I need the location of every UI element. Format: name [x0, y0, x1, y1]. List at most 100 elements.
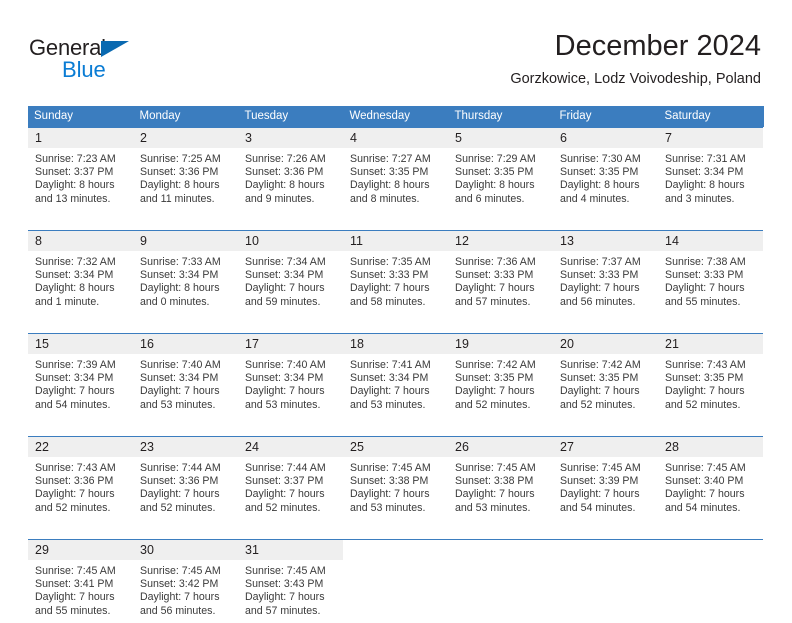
calendar-day-cell[interactable]: 2 Sunrise: 7:25 AM Sunset: 3:36 PM Daylight…	[133, 127, 238, 211]
calendar-day-cell[interactable]: 27 Sunrise: 7:45 AM Sunset: 3:39 PM Dayligh…	[553, 436, 658, 520]
calendar-day-cell-empty	[448, 539, 553, 623]
daylight-text-line2: and 56 minutes.	[140, 604, 216, 617]
calendar-day-cell[interactable]: 24 Sunrise: 7:44 AM Sunset: 3:37 PM Dayligh…	[238, 436, 343, 520]
calendar-day-cell[interactable]: 22 Sunrise: 7:43 AM Sunset: 3:36 PM Dayligh…	[28, 436, 133, 520]
calendar-day-cell[interactable]: 23 Sunrise: 7:44 AM Sunset: 3:36 PM Dayligh…	[133, 436, 238, 520]
daylight-text-line1: Daylight: 7 hours	[560, 385, 640, 398]
week-separator-cell	[133, 314, 238, 333]
day-number: 23	[140, 440, 154, 454]
sunset-text: Sunset: 3:35 PM	[455, 372, 534, 385]
daylight-text-line1: Daylight: 8 hours	[35, 179, 115, 192]
calendar-table: Sunday Monday Tuesday Wednesday Thursday…	[28, 106, 764, 623]
daylight-text-line2: and 11 minutes.	[140, 192, 215, 205]
calendar-day-cell[interactable]: 14 Sunrise: 7:38 AM Sunset: 3:33 PM Dayligh…	[658, 230, 763, 314]
calendar-day-cell[interactable]: 10 Sunrise: 7:34 AM Sunset: 3:34 PM Dayligh…	[238, 230, 343, 314]
calendar-body: 1 Sunrise: 7:23 AM Sunset: 3:37 PM Daylight…	[28, 127, 763, 623]
daylight-text-line1: Daylight: 7 hours	[665, 488, 745, 501]
sunrise-text: Sunrise: 7:29 AM	[455, 153, 536, 165]
week-separator-cell	[238, 314, 343, 333]
daylight-text-line1: Daylight: 8 hours	[665, 179, 745, 192]
week-separator-cell	[553, 314, 658, 333]
calendar-day-cell[interactable]: 4 Sunrise: 7:27 AM Sunset: 3:35 PM Daylight…	[343, 127, 448, 211]
calendar-day-cell[interactable]: 28 Sunrise: 7:45 AM Sunset: 3:40 PM Dayligh…	[658, 436, 763, 520]
page-header: General Blue December 2024 Gorzkowice, L…	[0, 0, 792, 100]
sunrise-text: Sunrise: 7:45 AM	[245, 565, 326, 577]
sunset-text: Sunset: 3:36 PM	[140, 475, 219, 488]
sunset-text: Sunset: 3:33 PM	[455, 269, 534, 282]
day-number-row: 19	[448, 333, 553, 354]
weekday-header-monday: Monday	[133, 106, 239, 127]
calendar-day-cell[interactable]: 9 Sunrise: 7:33 AM Sunset: 3:34 PM Daylight…	[133, 230, 238, 314]
day-details: Sunrise: 7:43 AM Sunset: 3:36 PM Daylight:…	[28, 457, 133, 520]
calendar-day-cell[interactable]: 31 Sunrise: 7:45 AM Sunset: 3:43 PM Dayligh…	[238, 539, 343, 623]
calendar-day-cell[interactable]: 6 Sunrise: 7:30 AM Sunset: 3:35 PM Daylight…	[553, 127, 658, 211]
day-number: 18	[350, 337, 364, 351]
general-blue-logo[interactable]: General Blue	[29, 36, 149, 86]
daylight-text-line1: Daylight: 8 hours	[35, 282, 115, 295]
sunrise-text: Sunrise: 7:36 AM	[455, 256, 536, 268]
page-title: December 2024	[554, 30, 761, 62]
calendar-day-cell[interactable]: 5 Sunrise: 7:29 AM Sunset: 3:35 PM Daylight…	[448, 127, 553, 211]
sunrise-text: Sunrise: 7:38 AM	[665, 256, 746, 268]
calendar-day-cell[interactable]: 17 Sunrise: 7:40 AM Sunset: 3:34 PM Dayligh…	[238, 333, 343, 417]
sunrise-text: Sunrise: 7:42 AM	[455, 359, 536, 371]
calendar-day-cell[interactable]: 29 Sunrise: 7:45 AM Sunset: 3:41 PM Dayligh…	[28, 539, 133, 623]
sunset-text: Sunset: 3:40 PM	[665, 475, 744, 488]
calendar-day-cell[interactable]: 20 Sunrise: 7:42 AM Sunset: 3:35 PM Dayligh…	[553, 333, 658, 417]
sunset-text: Sunset: 3:36 PM	[35, 475, 114, 488]
calendar-day-cell[interactable]: 15 Sunrise: 7:39 AM Sunset: 3:34 PM Dayligh…	[28, 333, 133, 417]
week-separator-cell	[448, 520, 553, 539]
daylight-text-line2: and 53 minutes.	[245, 398, 321, 411]
daylight-text-line2: and 58 minutes.	[350, 295, 426, 308]
calendar-day-cell[interactable]: 1 Sunrise: 7:23 AM Sunset: 3:37 PM Daylight…	[28, 127, 133, 211]
day-details: Sunrise: 7:36 AM Sunset: 3:33 PM Daylight:…	[448, 251, 553, 314]
day-details: Sunrise: 7:29 AM Sunset: 3:35 PM Daylight:…	[448, 148, 553, 211]
day-details: Sunrise: 7:41 AM Sunset: 3:34 PM Daylight:…	[343, 354, 448, 417]
daylight-text-line1: Daylight: 8 hours	[140, 179, 220, 192]
day-details: Sunrise: 7:37 AM Sunset: 3:33 PM Daylight:…	[553, 251, 658, 314]
calendar-day-cell[interactable]: 7 Sunrise: 7:31 AM Sunset: 3:34 PM Daylight…	[658, 127, 763, 211]
daylight-text-line2: and 9 minutes.	[245, 192, 315, 205]
day-number: 22	[35, 440, 49, 454]
calendar-day-cell[interactable]: 21 Sunrise: 7:43 AM Sunset: 3:35 PM Dayligh…	[658, 333, 763, 417]
calendar-day-cell[interactable]: 26 Sunrise: 7:45 AM Sunset: 3:38 PM Dayligh…	[448, 436, 553, 520]
week-separator-cell	[133, 520, 238, 539]
calendar-day-cell[interactable]: 16 Sunrise: 7:40 AM Sunset: 3:34 PM Dayligh…	[133, 333, 238, 417]
day-number: 6	[560, 131, 567, 145]
daylight-text-line2: and 13 minutes.	[35, 192, 111, 205]
day-details: Sunrise: 7:26 AM Sunset: 3:36 PM Daylight:…	[238, 148, 343, 211]
day-number: 9	[140, 234, 147, 248]
calendar-day-cell[interactable]: 19 Sunrise: 7:42 AM Sunset: 3:35 PM Dayligh…	[448, 333, 553, 417]
calendar-day-cell[interactable]: 8 Sunrise: 7:32 AM Sunset: 3:34 PM Daylight…	[28, 230, 133, 314]
daylight-text-line2: and 59 minutes.	[245, 295, 321, 308]
day-number-row: 20	[553, 333, 658, 354]
sunset-text: Sunset: 3:34 PM	[35, 269, 114, 282]
day-number-row: 27	[553, 436, 658, 457]
calendar-week-row: 8 Sunrise: 7:32 AM Sunset: 3:34 PM Daylight…	[28, 230, 763, 314]
daylight-text-line1: Daylight: 7 hours	[35, 591, 115, 604]
calendar-day-cell[interactable]: 3 Sunrise: 7:26 AM Sunset: 3:36 PM Daylight…	[238, 127, 343, 211]
sunset-text: Sunset: 3:33 PM	[350, 269, 429, 282]
day-number-row: 13	[553, 230, 658, 251]
sunset-text: Sunset: 3:34 PM	[140, 372, 219, 385]
day-number-row: 30	[133, 539, 238, 560]
calendar-day-cell[interactable]: 18 Sunrise: 7:41 AM Sunset: 3:34 PM Dayligh…	[343, 333, 448, 417]
sunset-text: Sunset: 3:34 PM	[350, 372, 429, 385]
day-number: 16	[140, 337, 154, 351]
sunset-text: Sunset: 3:38 PM	[455, 475, 534, 488]
calendar-day-cell[interactable]: 13 Sunrise: 7:37 AM Sunset: 3:33 PM Dayligh…	[553, 230, 658, 314]
day-number-row: 1	[28, 127, 133, 148]
calendar-week-row: 29 Sunrise: 7:45 AM Sunset: 3:41 PM Dayligh…	[28, 539, 763, 623]
calendar-day-cell[interactable]: 25 Sunrise: 7:45 AM Sunset: 3:38 PM Dayligh…	[343, 436, 448, 520]
day-number-row: 14	[658, 230, 763, 251]
sunrise-text: Sunrise: 7:41 AM	[350, 359, 431, 371]
calendar-day-cell[interactable]: 12 Sunrise: 7:36 AM Sunset: 3:33 PM Dayligh…	[448, 230, 553, 314]
calendar-day-cell-empty	[343, 539, 448, 623]
daylight-text-line2: and 54 minutes.	[665, 501, 741, 514]
daylight-text-line2: and 57 minutes.	[245, 604, 321, 617]
calendar-day-cell[interactable]: 11 Sunrise: 7:35 AM Sunset: 3:33 PM Dayligh…	[343, 230, 448, 314]
week-separator	[28, 211, 763, 230]
daylight-text-line2: and 53 minutes.	[140, 398, 216, 411]
calendar-day-cell[interactable]: 30 Sunrise: 7:45 AM Sunset: 3:42 PM Dayligh…	[133, 539, 238, 623]
week-separator	[28, 520, 763, 539]
